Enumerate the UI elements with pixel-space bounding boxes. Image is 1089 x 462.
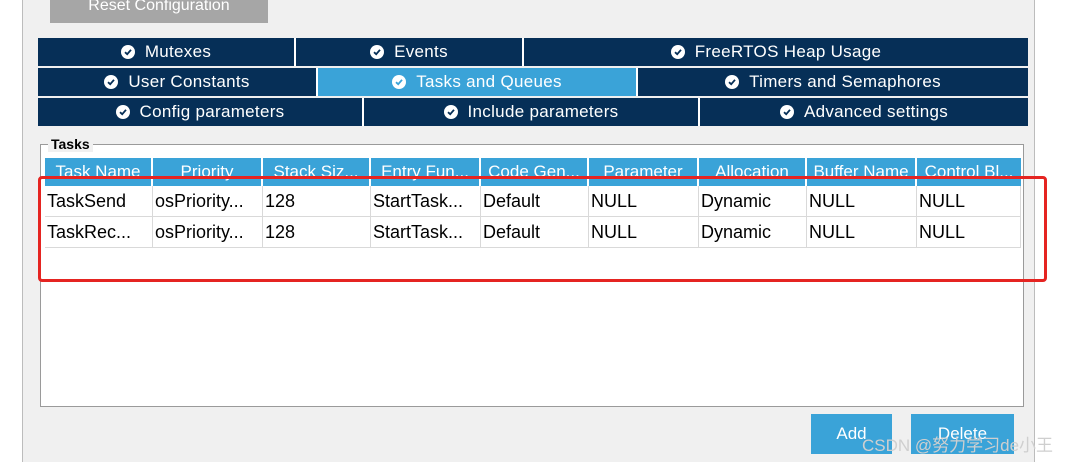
- table-cell: 128: [263, 186, 371, 216]
- check-circle-icon: [443, 105, 458, 119]
- table-header: Task Name Priority Stack Siz... Entry Fu…: [45, 158, 1021, 186]
- tasks-group-title: Tasks: [48, 136, 93, 152]
- table-cell: Default: [481, 217, 589, 247]
- table-cell: Dynamic: [699, 217, 807, 247]
- reset-configuration-label: Reset Configuration: [88, 0, 230, 14]
- check-circle-icon: [670, 45, 685, 59]
- tab-freertos-heap-usage[interactable]: FreeRTOS Heap Usage: [524, 38, 1028, 66]
- tab-row-2: User Constants Tasks and Queues Timers a…: [38, 68, 1028, 96]
- column-header[interactable]: Stack Siz...: [263, 158, 371, 186]
- tab-label: Tasks and Queues: [416, 72, 562, 91]
- tab-timers-and-semaphores[interactable]: Timers and Semaphores: [638, 68, 1028, 96]
- table-cell: NULL: [807, 186, 917, 216]
- tab-row-1: Mutexes Events FreeRTOS Heap Usage: [38, 38, 1028, 66]
- table-cell: NULL: [917, 186, 1021, 216]
- table-cell: Dynamic: [699, 186, 807, 216]
- tab-tasks-and-queues[interactable]: Tasks and Queues: [318, 68, 638, 96]
- tab-label: FreeRTOS Heap Usage: [694, 42, 882, 61]
- column-header[interactable]: Allocation: [699, 158, 807, 186]
- table-cell: NULL: [807, 217, 917, 247]
- column-header[interactable]: Task Name: [45, 158, 153, 186]
- tab-label: User Constants: [128, 72, 250, 91]
- table-cell: TaskSend: [45, 186, 153, 216]
- table-cell: TaskRec...: [45, 217, 153, 247]
- tab-row-3: Config parameters Include parameters Adv…: [38, 98, 1028, 126]
- check-circle-icon: [370, 45, 385, 59]
- column-header[interactable]: Control Bl...: [917, 158, 1021, 186]
- tab-label: Events: [394, 42, 448, 61]
- check-circle-icon: [725, 75, 740, 89]
- table-row[interactable]: TaskRec... osPriority... 128 StartTask..…: [45, 217, 1021, 248]
- column-header[interactable]: Buffer Name: [807, 158, 917, 186]
- table-cell: 128: [263, 217, 371, 247]
- table-cell: NULL: [589, 186, 699, 216]
- tab-user-constants[interactable]: User Constants: [38, 68, 318, 96]
- tasks-table: Task Name Priority Stack Siz... Entry Fu…: [45, 158, 1021, 248]
- check-circle-icon: [104, 75, 119, 89]
- column-header[interactable]: Code Gen...: [481, 158, 589, 186]
- delete-button[interactable]: Delete: [911, 414, 1014, 454]
- check-circle-icon: [115, 105, 130, 119]
- check-circle-icon: [120, 45, 135, 59]
- table-cell: Default: [481, 186, 589, 216]
- tab-mutexes[interactable]: Mutexes: [38, 38, 296, 66]
- table-cell: NULL: [589, 217, 699, 247]
- tab-config-parameters[interactable]: Config parameters: [38, 98, 364, 126]
- tab-label: Include parameters: [467, 102, 619, 121]
- tab-label: Config parameters: [139, 102, 285, 121]
- check-circle-icon: [779, 105, 794, 119]
- add-button[interactable]: Add: [811, 414, 892, 454]
- tab-events[interactable]: Events: [296, 38, 524, 66]
- column-header[interactable]: Parameter: [589, 158, 699, 186]
- check-circle-icon: [392, 75, 407, 89]
- reset-configuration-button[interactable]: Reset Configuration: [50, 0, 268, 23]
- tab-label: Mutexes: [144, 42, 212, 61]
- tab-advanced-settings[interactable]: Advanced settings: [700, 98, 1028, 126]
- tab-label: Timers and Semaphores: [749, 72, 941, 91]
- table-cell: osPriority...: [153, 186, 263, 216]
- table-cell: StartTask...: [371, 217, 481, 247]
- tab-include-parameters[interactable]: Include parameters: [364, 98, 700, 126]
- table-cell: osPriority...: [153, 217, 263, 247]
- table-cell: NULL: [917, 217, 1021, 247]
- tab-label: Advanced settings: [803, 102, 949, 121]
- table-cell: StartTask...: [371, 186, 481, 216]
- column-header[interactable]: Priority: [153, 158, 263, 186]
- column-header[interactable]: Entry Fun...: [371, 158, 481, 186]
- table-row[interactable]: TaskSend osPriority... 128 StartTask... …: [45, 186, 1021, 217]
